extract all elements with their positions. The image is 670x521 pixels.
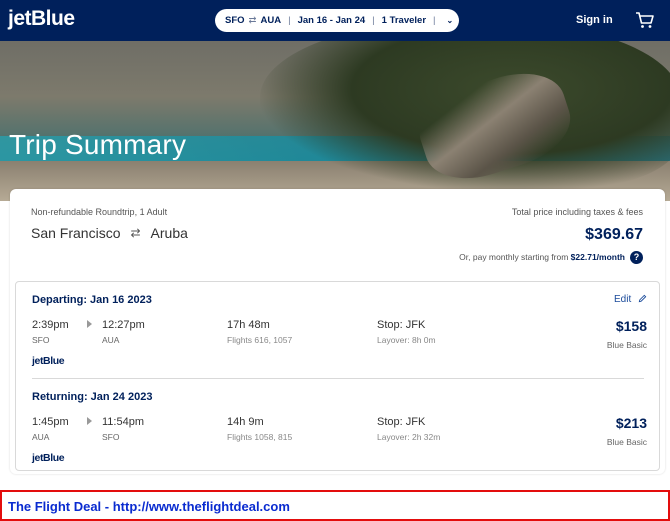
leg-price: $213 [615, 415, 647, 431]
trip-meta: Non-refundable Roundtrip, 1 Adult [31, 207, 168, 217]
swap-arrows-icon: ⇄ [130, 226, 141, 240]
travel-dates: Jan 16 - Jan 24 [297, 15, 366, 26]
stop-info: Stop: JFK [377, 319, 426, 331]
flight-numbers: Flights 1058, 815 [227, 432, 293, 442]
flight-deal-banner: The Flight Deal - http://www.theflightde… [0, 490, 670, 521]
destination-code: AUA [260, 15, 282, 26]
departure-airport: SFO [32, 335, 50, 345]
departure-time: 1:45pm [32, 416, 69, 428]
trip-summary-card: Non-refundable Roundtrip, 1 Adult San Fr… [10, 189, 665, 474]
layover-info: Layover: 8h 0m [377, 335, 436, 345]
page-title: Trip Summary [9, 129, 187, 160]
departure-time: 2:39pm [32, 319, 69, 331]
search-summary-pill[interactable]: SFO ⇄ AUA | Jan 16 - Jan 24 | 1 Traveler… [215, 9, 459, 32]
flight-duration: 17h 48m [227, 319, 270, 331]
swap-arrows-icon: ⇄ [248, 15, 257, 26]
origin-code: SFO [225, 15, 245, 26]
hero-banner: Trip Summary [0, 41, 670, 201]
pencil-icon [638, 294, 647, 303]
returning-leg: Returning: Jan 24 2023 1:45pm AUA 11:54p… [16, 379, 661, 474]
fare-type: Blue Basic [606, 340, 647, 350]
cart-icon[interactable] [635, 11, 655, 29]
sign-in-link[interactable]: Sign in [576, 14, 613, 26]
stop-info: Stop: JFK [377, 416, 426, 428]
leg-title: Departing: Jan 16 2023 [32, 294, 152, 306]
help-icon[interactable]: ? [630, 251, 643, 264]
arrow-right-icon [87, 417, 92, 425]
departing-leg: Departing: Jan 16 2023 Edit 2:39pm SFO 1… [16, 282, 661, 377]
arrival-time: 11:54pm [102, 416, 144, 428]
destination-city: Aruba [150, 225, 188, 241]
arrival-time: 12:27pm [102, 319, 145, 331]
pill-divider: | [372, 15, 375, 26]
flight-duration: 14h 9m [227, 416, 264, 428]
arrival-airport: SFO [102, 432, 120, 442]
chevron-down-icon[interactable]: ⌄ [446, 16, 453, 25]
traveler-count: 1 Traveler [381, 15, 427, 26]
departure-airport: AUA [32, 432, 50, 442]
flight-legs-panel: Departing: Jan 16 2023 Edit 2:39pm SFO 1… [15, 281, 660, 471]
layover-info: Layover: 2h 32m [377, 432, 441, 442]
monthly-payment-label: Or, pay monthly starting from [459, 252, 569, 262]
pill-divider: | [288, 15, 291, 26]
total-price: $369.67 [585, 226, 643, 243]
edit-flight-button[interactable]: Edit [614, 294, 647, 305]
airline-logo: jetBlue [32, 452, 65, 464]
airline-logo: jetBlue [32, 355, 65, 367]
monthly-payment-text: Or, pay monthly starting from $22.71/mon… [459, 252, 625, 262]
edit-label: Edit [613, 294, 632, 305]
monthly-payment-amount: $22.71/month [570, 252, 625, 262]
banner-text[interactable]: The Flight Deal - http://www.theflightde… [8, 499, 290, 514]
arrival-airport: AUA [102, 335, 120, 345]
top-navigation-bar: jetBlue SFO ⇄ AUA | Jan 16 - Jan 24 | 1 … [0, 0, 670, 41]
arrow-right-icon [87, 320, 92, 328]
jetblue-logo[interactable]: jetBlue [8, 7, 75, 31]
fare-type: Blue Basic [606, 437, 647, 447]
route-cities: San Francisco ⇄ Aruba [31, 225, 188, 241]
pill-divider: | [433, 15, 436, 26]
origin-city: San Francisco [31, 225, 121, 241]
leg-price: $158 [615, 318, 647, 334]
flight-numbers: Flights 616, 1057 [227, 335, 293, 345]
total-price-label: Total price including taxes & fees [511, 207, 643, 217]
leg-title: Returning: Jan 24 2023 [32, 391, 153, 403]
